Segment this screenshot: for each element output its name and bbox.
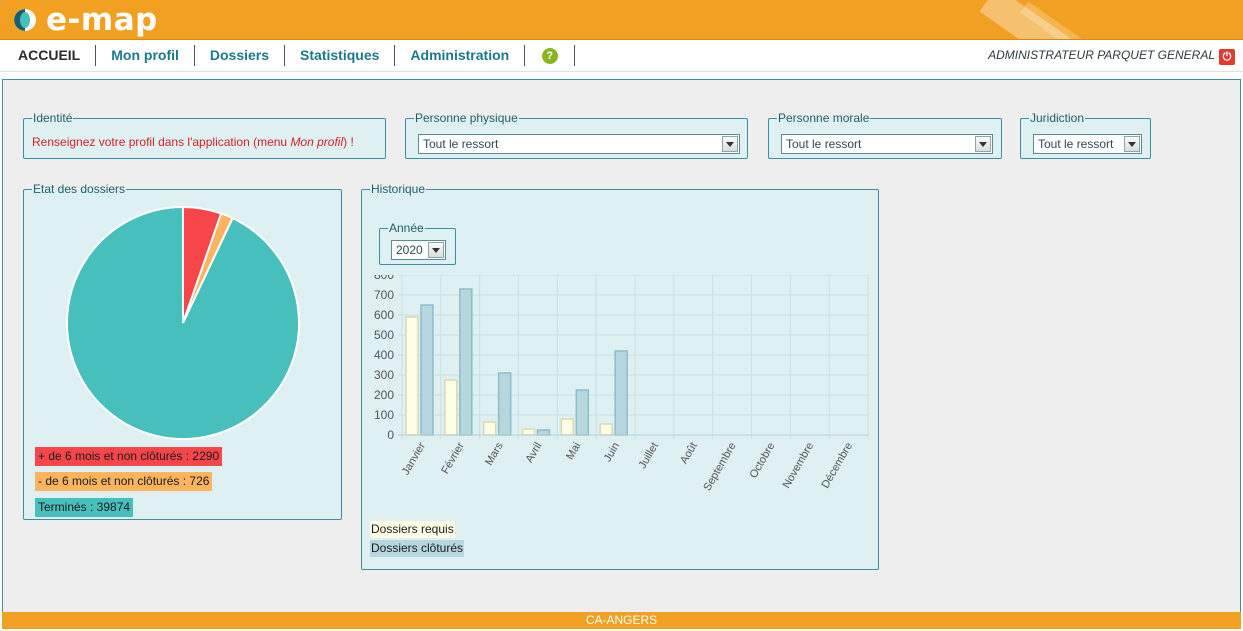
main-content: Identité Renseignez votre profil dans l'… (2, 79, 1241, 612)
x-tick-label: Février (439, 440, 467, 476)
identite-legend: Identité (33, 111, 73, 125)
mon-profil-link[interactable]: Mon profil (290, 135, 343, 149)
nav-mon-profil[interactable]: Mon profil (96, 45, 195, 66)
chevron-down-icon[interactable] (722, 136, 738, 152)
juridiction-legend: Juridiction (1030, 111, 1085, 125)
bar-dossiers-requis[interactable] (599, 423, 613, 436)
pie-slice-termines[interactable] (66, 205, 300, 440)
legend-termines: Terminés : 39874 (35, 498, 134, 517)
x-tick-label: Juin (602, 441, 622, 464)
x-tick-label: Novembre (781, 441, 817, 491)
nav-help[interactable]: ? (525, 45, 576, 66)
etat-pie-chart (66, 205, 300, 440)
identite-panel: Identité Renseignez votre profil dans l'… (23, 112, 386, 159)
bar-dossiers-clotures[interactable] (575, 389, 590, 436)
legend-dossiers-clotures: Dossiers clôturés (370, 540, 465, 557)
chevron-down-icon[interactable] (1124, 136, 1140, 152)
legend-moins-6-mois: - de 6 mois et non clôturés : 726 (35, 472, 213, 491)
annee-panel: Année 2020 (379, 222, 456, 265)
personne-physique-value: Tout le ressort (423, 137, 499, 151)
bar-dossiers-requis[interactable] (405, 316, 419, 436)
y-tick-label: 400 (374, 348, 394, 362)
y-tick-label: 500 (374, 328, 394, 342)
nav-dossiers[interactable]: Dossiers (195, 45, 286, 66)
app-logo-text: e-map (46, 2, 158, 38)
power-icon[interactable]: ⏻ (1219, 49, 1235, 65)
bar-dossiers-requis[interactable] (560, 418, 575, 436)
y-tick-label: 200 (374, 388, 394, 402)
legend-dossiers-requis: Dossiers requis (370, 521, 455, 538)
help-question-icon[interactable]: ? (541, 47, 558, 64)
y-tick-label: 300 (374, 368, 394, 382)
y-tick-label: 700 (374, 288, 394, 302)
personne-physique-panel: Personne physique Tout le ressort (405, 112, 748, 159)
personne-physique-select[interactable]: Tout le ressort (418, 134, 740, 154)
bar-dossiers-requis[interactable] (444, 379, 458, 436)
y-tick-label: 800 (374, 275, 394, 282)
annee-value: 2020 (396, 243, 423, 257)
identite-message: Renseignez votre profil dans l'applicati… (32, 135, 354, 149)
annee-select[interactable]: 2020 (391, 240, 446, 260)
historique-panel: Historique Année 2020 0 100 200 300 400 500 60… (361, 183, 879, 570)
x-tick-label: Octobre (748, 441, 778, 481)
main-navbar: ACCUEIL Mon profil Dossiers Statistiques… (0, 41, 1243, 72)
x-tick-label: Août (678, 441, 700, 467)
x-tick-label: Septembre (701, 441, 738, 494)
emap-logo-icon (14, 9, 36, 31)
bar-dossiers-clotures[interactable] (614, 350, 628, 436)
bar-dossiers-clotures[interactable] (536, 429, 551, 436)
y-tick-label: 100 (374, 408, 394, 422)
y-tick-label: 600 (374, 308, 394, 322)
etat-dossiers-legend: Etat des dossiers (33, 182, 126, 196)
nav-statistiques[interactable]: Statistiques (285, 45, 396, 66)
x-tick-label: Mai (564, 441, 583, 462)
personne-morale-legend: Personne morale (778, 111, 870, 125)
nav-administration[interactable]: Administration (395, 45, 526, 66)
x-tick-label: Mars (483, 440, 506, 468)
bar-dossiers-clotures[interactable] (497, 372, 512, 436)
juridiction-panel: Juridiction Tout le ressort (1020, 112, 1151, 159)
chevron-down-icon[interactable] (975, 136, 991, 152)
juridiction-value: Tout le ressort (1038, 137, 1114, 151)
footer-jurisdiction: CA-ANGERS (2, 612, 1241, 629)
x-tick-label: Décembre (819, 441, 855, 491)
annee-legend: Année (389, 221, 424, 235)
juridiction-select[interactable]: Tout le ressort (1033, 134, 1142, 154)
nav-menu: ACCUEIL Mon profil Dossiers Statistiques… (4, 45, 576, 66)
chevron-down-icon[interactable] (428, 242, 444, 258)
etat-dossiers-panel: Etat des dossiers + de 6 mois et non clô… (23, 183, 342, 520)
personne-morale-panel: Personne morale Tout le ressort (768, 112, 1002, 159)
bar-dossiers-requis[interactable] (521, 428, 536, 436)
y-tick-label: 0 (387, 428, 394, 442)
historique-legend: Historique (371, 182, 426, 196)
personne-morale-select[interactable]: Tout le ressort (781, 134, 993, 154)
x-tick-label: Juillet (637, 441, 661, 471)
personne-morale-value: Tout le ressort (786, 137, 862, 151)
app-header: e-map (0, 0, 1243, 40)
legend-plus-6-mois: + de 6 mois et non clôturés : 2290 (35, 447, 223, 466)
x-tick-label: Janvier (400, 440, 428, 477)
bar-dossiers-clotures[interactable] (420, 304, 434, 436)
historique-bar-chart: 0 100 200 300 400 500 600 700 800 Janvier Février M… (374, 275, 869, 494)
nav-accueil[interactable]: ACCUEIL (4, 45, 97, 66)
x-tick-label: Avril (524, 441, 545, 465)
current-user-role: ADMINISTRATEUR PARQUET GENERAL (988, 48, 1215, 62)
bar-dossiers-clotures[interactable] (459, 288, 473, 436)
bar-dossiers-requis[interactable] (482, 421, 497, 436)
personne-physique-legend: Personne physique (415, 111, 518, 125)
